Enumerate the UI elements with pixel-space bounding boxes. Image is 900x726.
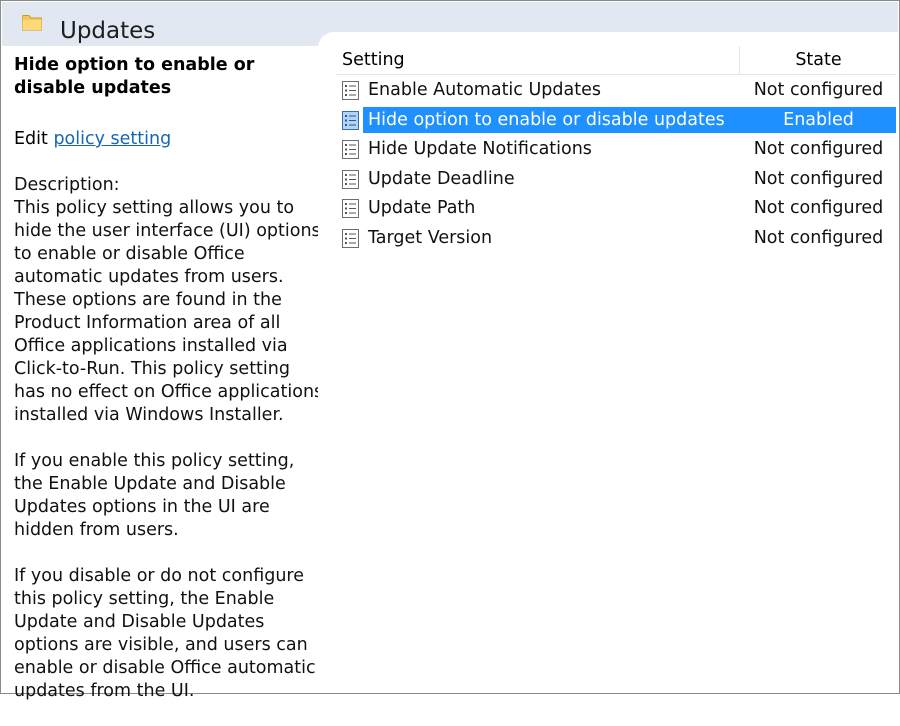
column-header-state[interactable]: State: [741, 46, 896, 74]
folder-icon: [21, 15, 43, 31]
table-row[interactable]: Update Deadline Not configured: [336, 165, 896, 195]
setting-state: Not configured: [753, 227, 884, 248]
setting-name: Hide Update Notifications: [368, 139, 592, 159]
policy-description: Description: This policy setting allows …: [14, 174, 326, 726]
table-row[interactable]: Hide Update Notifications Not configured: [336, 135, 896, 165]
description-paragraph-1: This policy setting allows you to hide t…: [14, 198, 324, 425]
setting-state: Not configured: [753, 168, 884, 189]
setting-name: Hide option to enable or disable updates: [368, 109, 725, 130]
group-policy-window: Updates Hide option to enable or disable…: [0, 0, 900, 701]
policy-setting-icon: [342, 199, 359, 218]
policy-details-panel: Hide option to enable or disable updates…: [2, 46, 329, 701]
edit-prefix: Edit: [14, 129, 54, 149]
setting-name: Enable Automatic Updates: [368, 80, 601, 100]
table-row[interactable]: Target Version Not configured: [336, 224, 896, 254]
setting-name: Target Version: [368, 227, 493, 248]
column-header-setting[interactable]: Setting: [336, 46, 740, 74]
setting-name: Update Path: [368, 198, 476, 218]
table-row-selected[interactable]: Hide option to enable or disable updates…: [336, 106, 896, 136]
policy-setting-icon: [342, 140, 359, 159]
policy-heading: Hide option to enable or disable updates: [14, 55, 255, 98]
table-header: Setting State: [336, 46, 896, 75]
table-row[interactable]: Update Path Not configured: [336, 194, 896, 224]
setting-state: Enabled: [783, 109, 854, 130]
policy-setting-icon: [342, 228, 359, 248]
category-title: Updates: [60, 18, 156, 44]
settings-table: Enable Automatic Updates Not configured …: [336, 76, 896, 253]
description-label: Description:: [14, 175, 120, 195]
setting-state: Not configured: [753, 80, 884, 100]
policy-setting-icon: [342, 169, 359, 189]
setting-name: Update Deadline: [368, 168, 515, 189]
table-row[interactable]: Enable Automatic Updates Not configured: [336, 76, 896, 106]
policy-setting-icon: [342, 110, 359, 130]
description-paragraph-2: If you enable this policy setting, the E…: [14, 451, 295, 540]
policy-setting-icon: [342, 81, 359, 100]
settings-list-panel: Setting State Enable Automatic Updates N…: [318, 32, 898, 692]
edit-line: Edit policy setting: [14, 128, 171, 151]
setting-state: Not configured: [753, 139, 884, 159]
description-paragraph-3: If you disable or do not configure this …: [14, 566, 316, 701]
setting-state: Not configured: [753, 198, 884, 218]
edit-policy-setting-link[interactable]: policy setting: [53, 129, 171, 149]
